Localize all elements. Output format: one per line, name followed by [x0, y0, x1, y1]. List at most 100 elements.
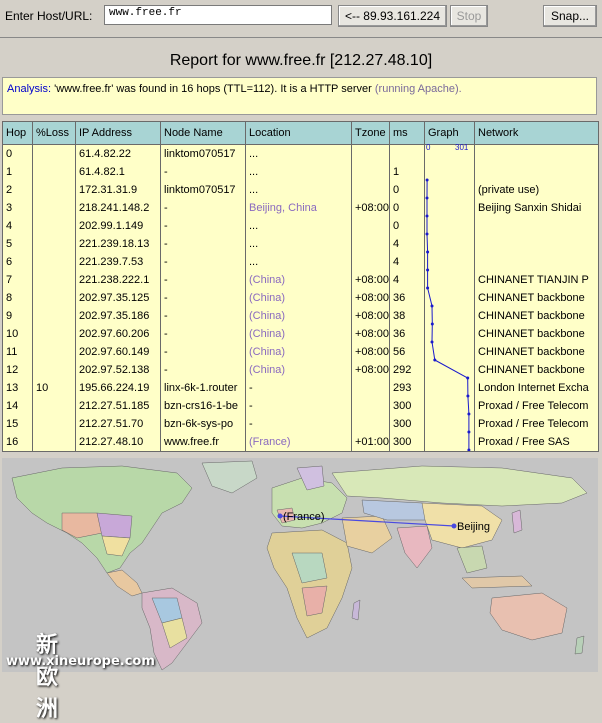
table-row[interactable]: 15 212.27.51.70 bzn-6k-sys-po - 300 Proxad / …: [2, 415, 599, 433]
location-cell: ...: [245, 181, 352, 199]
col-header-node[interactable]: Node Name: [160, 121, 246, 145]
col-header-network[interactable]: Network: [474, 121, 599, 145]
table-row[interactable]: 7 221.238.222.1- (China) +08:00 4 CHINANET TI…: [2, 271, 599, 289]
world-map[interactable]: (France) Beijing: [2, 458, 598, 672]
node-cell: -: [160, 163, 246, 181]
hop-cell: 2: [2, 181, 33, 199]
graph-cell: [424, 397, 475, 415]
loss-cell: [32, 235, 76, 253]
graph-cell: [424, 253, 475, 271]
network-cell: CHINANET backbone: [474, 361, 599, 379]
table-row[interactable]: 0 61.4.82.22 linktom070517...: [2, 144, 599, 163]
hop-cell: 5: [2, 235, 33, 253]
ms-cell: 300: [389, 415, 425, 433]
hop-cell: 15: [2, 415, 33, 433]
col-header-hop[interactable]: Hop: [2, 121, 33, 145]
table-row[interactable]: 10 202.97.60.206- (China) +08:00 36 CHINANET …: [2, 325, 599, 343]
node-cell: linktom070517: [160, 181, 246, 199]
table-row[interactable]: 16 212.27.48.10 www.free.fr (France) +01:00 3…: [2, 433, 599, 452]
location-cell: ...: [245, 217, 352, 235]
map-label-beijing: Beijing: [457, 521, 490, 533]
node-cell: linktom070517: [160, 144, 246, 163]
loss-cell: [32, 289, 76, 307]
node-cell: -: [160, 289, 246, 307]
graph-cell: [424, 289, 475, 307]
node-cell: bzn-crs16-1-be: [160, 397, 246, 415]
node-cell: -: [160, 271, 246, 289]
ip-cell: 195.66.224.19: [75, 379, 161, 397]
col-header-graph[interactable]: Graph: [424, 121, 475, 145]
ip-cell: 218.241.148.2: [75, 199, 161, 217]
table-row[interactable]: 1 61.4.82.1-... 1: [2, 163, 599, 181]
loss-cell: 10: [32, 379, 76, 397]
tzone-cell: [351, 397, 390, 415]
ms-cell: 300: [389, 397, 425, 415]
table-header-row: Hop %Loss IP Address Node Name Location …: [2, 121, 599, 145]
watermark-cn: 新欧洲: [36, 633, 60, 722]
table-row[interactable]: 13 10 195.66.224.19 linx-6k-1.router - 293 Lon…: [2, 379, 599, 397]
loss-cell: [32, 361, 76, 379]
ms-cell: 0: [389, 181, 425, 199]
col-header-location[interactable]: Location: [245, 121, 352, 145]
graph-cell: [424, 307, 475, 325]
node-cell: -: [160, 307, 246, 325]
node-cell: www.free.fr: [160, 433, 246, 452]
table-row[interactable]: 5 221.239.18.13-... 4: [2, 235, 599, 253]
host-label: Enter Host/URL:: [5, 9, 93, 23]
table-row[interactable]: 11 202.97.60.149- (China) +08:00 56 CHINANET …: [2, 343, 599, 361]
table-row[interactable]: 2 172.31.31.9 linktom070517... 0 (private us…: [2, 181, 599, 199]
graph-cell: [424, 325, 475, 343]
loss-cell: [32, 144, 76, 163]
col-header-ip[interactable]: IP Address: [75, 121, 161, 145]
ip-cell: 61.4.82.1: [75, 163, 161, 181]
ms-cell: 36: [389, 289, 425, 307]
hop-cell: 8: [2, 289, 33, 307]
table-row[interactable]: 4 202.99.1.149-... 0: [2, 217, 599, 235]
tzone-cell: +08:00: [351, 271, 390, 289]
loss-cell: [32, 433, 76, 452]
ms-cell: 4: [389, 235, 425, 253]
analysis-label[interactable]: Analysis:: [7, 83, 51, 95]
network-cell: CHINANET backbone: [474, 289, 599, 307]
graph-cell: [424, 361, 475, 379]
ip-cell: 61.4.82.22: [75, 144, 161, 163]
graph-cell: [424, 235, 475, 253]
network-cell: CHINANET backbone: [474, 343, 599, 361]
hop-cell: 13: [2, 379, 33, 397]
snap-button[interactable]: Snap...: [543, 5, 597, 27]
host-url-input[interactable]: www.free.fr: [104, 5, 332, 25]
graph-cell: [424, 181, 475, 199]
col-header-tzone[interactable]: Tzone: [351, 121, 390, 145]
hop-cell: 10: [2, 325, 33, 343]
stop-button[interactable]: Stop: [450, 5, 488, 27]
table-row[interactable]: 9 202.97.35.186- (China) +08:00 38 CHINANET b…: [2, 307, 599, 325]
hop-cell: 0: [2, 144, 33, 163]
location-cell: (France): [245, 433, 352, 452]
resolved-ip-button[interactable]: <-- 89.93.161.224: [338, 5, 447, 27]
ip-cell: 221.239.18.13: [75, 235, 161, 253]
location-cell: (China): [245, 271, 352, 289]
network-cell: [474, 163, 599, 181]
col-header-loss[interactable]: %Loss: [32, 121, 76, 145]
tzone-cell: [351, 235, 390, 253]
node-cell: bzn-6k-sys-po: [160, 415, 246, 433]
ms-cell: 4: [389, 253, 425, 271]
location-cell: ...: [245, 235, 352, 253]
table-row[interactable]: 3 218.241.148.2- Beijing, China +08:00 0 Beij…: [2, 199, 599, 217]
table-row[interactable]: 14 212.27.51.185 bzn-crs16-1-be - 300 Proxad …: [2, 397, 599, 415]
tzone-cell: [351, 379, 390, 397]
loss-cell: [32, 415, 76, 433]
location-cell: (China): [245, 289, 352, 307]
hop-cell: 4: [2, 217, 33, 235]
col-header-ms[interactable]: ms: [389, 121, 425, 145]
analysis-text: 'www.free.fr' was found in 16 hops (TTL=…: [51, 83, 375, 95]
hop-cell: 16: [2, 433, 33, 452]
tzone-cell: [351, 415, 390, 433]
table-row[interactable]: 12 202.97.52.138- (China) +08:00 292 CHINANET…: [2, 361, 599, 379]
hop-cell: 12: [2, 361, 33, 379]
ms-cell: 293: [389, 379, 425, 397]
ms-cell: 4: [389, 271, 425, 289]
table-row[interactable]: 8 202.97.35.125- (China) +08:00 36 CHINANET b…: [2, 289, 599, 307]
table-row[interactable]: 6 221.239.7.53-... 4: [2, 253, 599, 271]
node-cell: linx-6k-1.router: [160, 379, 246, 397]
